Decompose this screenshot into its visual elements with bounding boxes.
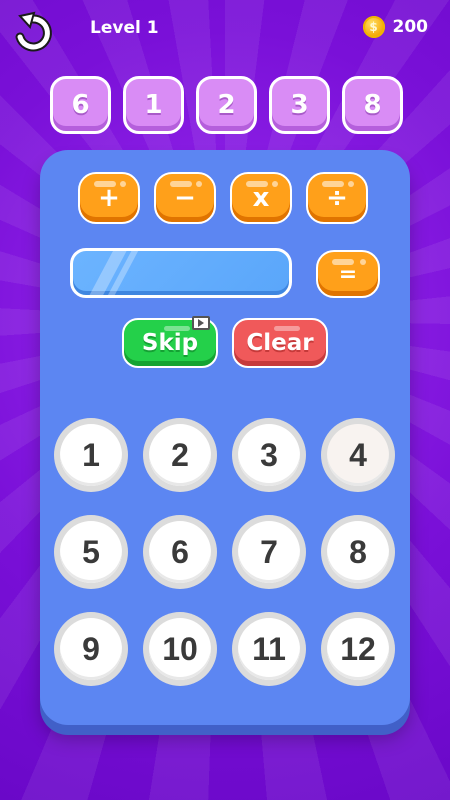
number-tile[interactable]: 9: [54, 612, 128, 686]
multiply-button[interactable]: x: [230, 172, 292, 224]
video-ad-icon: [192, 316, 210, 330]
minus-button[interactable]: −: [154, 172, 216, 224]
target-tile[interactable]: 6: [50, 76, 111, 134]
number-label: 5: [60, 521, 122, 583]
number-tile[interactable]: 12: [321, 612, 395, 686]
number-label: 9: [60, 618, 122, 680]
number-label: 8: [327, 521, 389, 583]
game-board: + − x ÷ = Skip Clear 1 2 3 4 5 6 7 8 9 1…: [40, 150, 410, 725]
number-tile[interactable]: 1: [54, 418, 128, 492]
top-bar: Level 1 $ 200: [0, 0, 450, 60]
coin-count: 200: [392, 17, 429, 37]
number-tile[interactable]: 10: [143, 612, 217, 686]
divide-button[interactable]: ÷: [306, 172, 368, 224]
number-tile[interactable]: 7: [232, 515, 306, 589]
skip-label: Skip: [141, 330, 199, 356]
number-label: 1: [60, 424, 122, 486]
number-label: 7: [238, 521, 300, 583]
number-label: 10: [149, 618, 211, 680]
number-tile[interactable]: 6: [143, 515, 217, 589]
number-tile[interactable]: 2: [143, 418, 217, 492]
number-tile[interactable]: 5: [54, 515, 128, 589]
level-label: Level 1: [90, 18, 159, 38]
number-label: 3: [238, 424, 300, 486]
target-tile[interactable]: 8: [342, 76, 403, 134]
number-tile[interactable]: 11: [232, 612, 306, 686]
number-label: 6: [149, 521, 211, 583]
number-label: 2: [149, 424, 211, 486]
skip-button[interactable]: Skip: [122, 316, 218, 368]
restart-icon: [15, 11, 52, 52]
number-tile[interactable]: 4: [321, 418, 395, 492]
restart-button[interactable]: [10, 10, 56, 56]
number-label: 11: [238, 618, 300, 680]
clear-label: Clear: [246, 330, 314, 356]
clear-button[interactable]: Clear: [232, 318, 328, 368]
number-tile[interactable]: 3: [232, 418, 306, 492]
number-tile[interactable]: 8: [321, 515, 395, 589]
target-tile[interactable]: 2: [196, 76, 257, 134]
coin-counter: $ 200: [362, 16, 429, 38]
number-grid: 1 2 3 4 5 6 7 8 9 10 11 12: [54, 418, 395, 686]
operator-row: + − x ÷: [78, 172, 368, 224]
coin-icon: $: [362, 16, 385, 38]
plus-button[interactable]: +: [78, 172, 140, 224]
target-tile[interactable]: 1: [123, 76, 184, 134]
expression-display: [70, 248, 292, 298]
target-numbers: 6 1 2 3 8: [50, 76, 403, 134]
number-label: 4: [327, 424, 389, 486]
number-label: 12: [327, 618, 389, 680]
equals-button[interactable]: =: [316, 250, 380, 298]
target-tile[interactable]: 3: [269, 76, 330, 134]
